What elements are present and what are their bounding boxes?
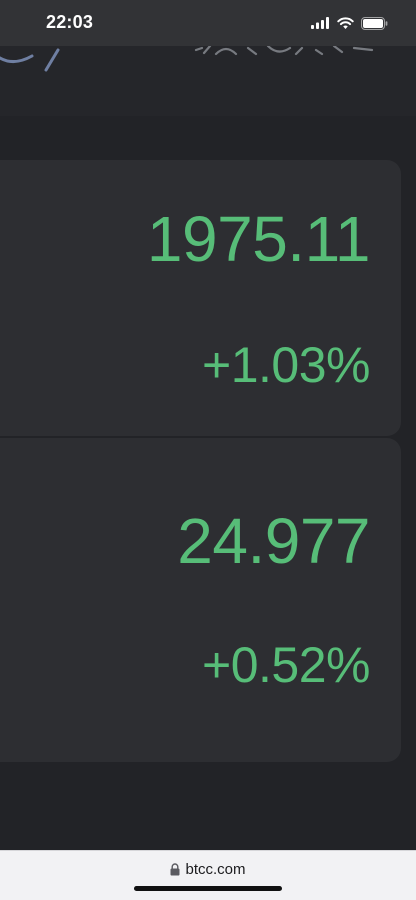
status-time: 22:03 <box>46 12 94 32</box>
wifi-icon <box>337 17 354 29</box>
quote-card[interactable]: 24.977 +0.52% <box>0 438 401 762</box>
battery-icon <box>361 16 388 30</box>
lock-icon <box>170 863 180 876</box>
url-display[interactable]: btcc.com <box>0 861 416 878</box>
header-decoration-icon <box>0 46 374 72</box>
home-indicator <box>134 886 282 891</box>
quote-change: +1.03% <box>202 337 370 393</box>
status-bar: 22:03 <box>0 0 416 46</box>
quote-card[interactable]: 1975.11 +1.03% <box>0 160 401 436</box>
status-icons <box>311 14 388 32</box>
quote-change: +0.52% <box>202 637 370 693</box>
header-strip <box>0 46 416 116</box>
browser-address-bar[interactable]: btcc.com <box>0 850 416 900</box>
quote-price: 1975.11 <box>146 203 371 275</box>
page: 22:03 1975.11 +1.03% 24.977 +0.52% btcc.… <box>0 0 416 900</box>
cellular-signal-icon <box>311 17 329 29</box>
quote-price: 24.977 <box>177 505 370 577</box>
url-text: btcc.com <box>185 861 246 878</box>
